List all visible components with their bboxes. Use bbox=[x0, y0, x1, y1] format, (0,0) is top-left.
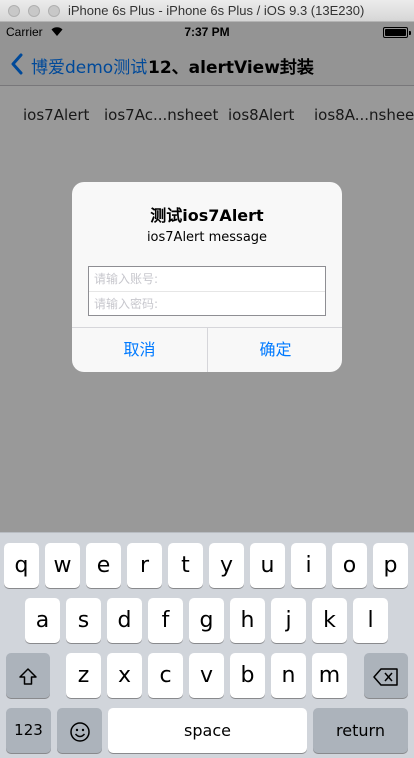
key-t[interactable]: t bbox=[168, 543, 203, 588]
cancel-button[interactable]: 取消 bbox=[72, 328, 207, 372]
key-u[interactable]: u bbox=[250, 543, 285, 588]
alert-text-fields bbox=[88, 266, 326, 316]
alert-dialog: 测试ios7Alert ios7Alert message 取消 确定 bbox=[72, 182, 342, 372]
key-l[interactable]: l bbox=[353, 598, 388, 643]
keyboard: qwertyuiop asdfghjkl zxcvbnm 123 space r… bbox=[0, 532, 414, 758]
key-g[interactable]: g bbox=[189, 598, 224, 643]
account-input[interactable] bbox=[89, 267, 325, 291]
key-i[interactable]: i bbox=[291, 543, 326, 588]
delete-icon bbox=[373, 667, 398, 686]
key-m[interactable]: m bbox=[312, 653, 347, 698]
alert-message: ios7Alert message bbox=[146, 230, 268, 245]
key-k[interactable]: k bbox=[312, 598, 347, 643]
key-d[interactable]: d bbox=[107, 598, 142, 643]
key-e[interactable]: e bbox=[86, 543, 121, 588]
key-s[interactable]: s bbox=[66, 598, 101, 643]
emoji-icon bbox=[69, 721, 90, 742]
device-screen: Carrier 7:37 PM 博爱demo测试 12、alertView封装 … bbox=[0, 22, 414, 758]
key-a[interactable]: a bbox=[25, 598, 60, 643]
key-y[interactable]: y bbox=[209, 543, 244, 588]
key-f[interactable]: f bbox=[148, 598, 183, 643]
return-key[interactable]: return bbox=[313, 708, 408, 753]
delete-key[interactable] bbox=[364, 653, 408, 698]
numbers-key[interactable]: 123 bbox=[6, 708, 51, 753]
key-w[interactable]: w bbox=[45, 543, 80, 588]
key-h[interactable]: h bbox=[230, 598, 265, 643]
key-x[interactable]: x bbox=[107, 653, 142, 698]
window-zoom-button[interactable] bbox=[48, 5, 60, 17]
key-p[interactable]: p bbox=[373, 543, 408, 588]
key-v[interactable]: v bbox=[189, 653, 224, 698]
alert-title: 测试ios7Alert bbox=[150, 206, 264, 225]
space-key[interactable]: space bbox=[108, 708, 307, 753]
key-z[interactable]: z bbox=[66, 653, 101, 698]
window-title: iPhone 6s Plus - iPhone 6s Plus / iOS 9.… bbox=[68, 3, 365, 18]
key-j[interactable]: j bbox=[271, 598, 306, 643]
window-minimize-button[interactable] bbox=[28, 5, 40, 17]
key-q[interactable]: q bbox=[4, 543, 39, 588]
key-o[interactable]: o bbox=[332, 543, 367, 588]
shift-icon bbox=[19, 667, 37, 685]
key-r[interactable]: r bbox=[127, 543, 162, 588]
simulator-title-bar: iPhone 6s Plus - iPhone 6s Plus / iOS 9.… bbox=[0, 0, 414, 22]
key-n[interactable]: n bbox=[271, 653, 306, 698]
key-b[interactable]: b bbox=[230, 653, 265, 698]
confirm-button[interactable]: 确定 bbox=[208, 328, 342, 372]
emoji-key[interactable] bbox=[57, 708, 102, 753]
window-close-button[interactable] bbox=[8, 5, 20, 17]
shift-key[interactable] bbox=[6, 653, 50, 698]
key-c[interactable]: c bbox=[148, 653, 183, 698]
password-input[interactable] bbox=[89, 291, 325, 315]
